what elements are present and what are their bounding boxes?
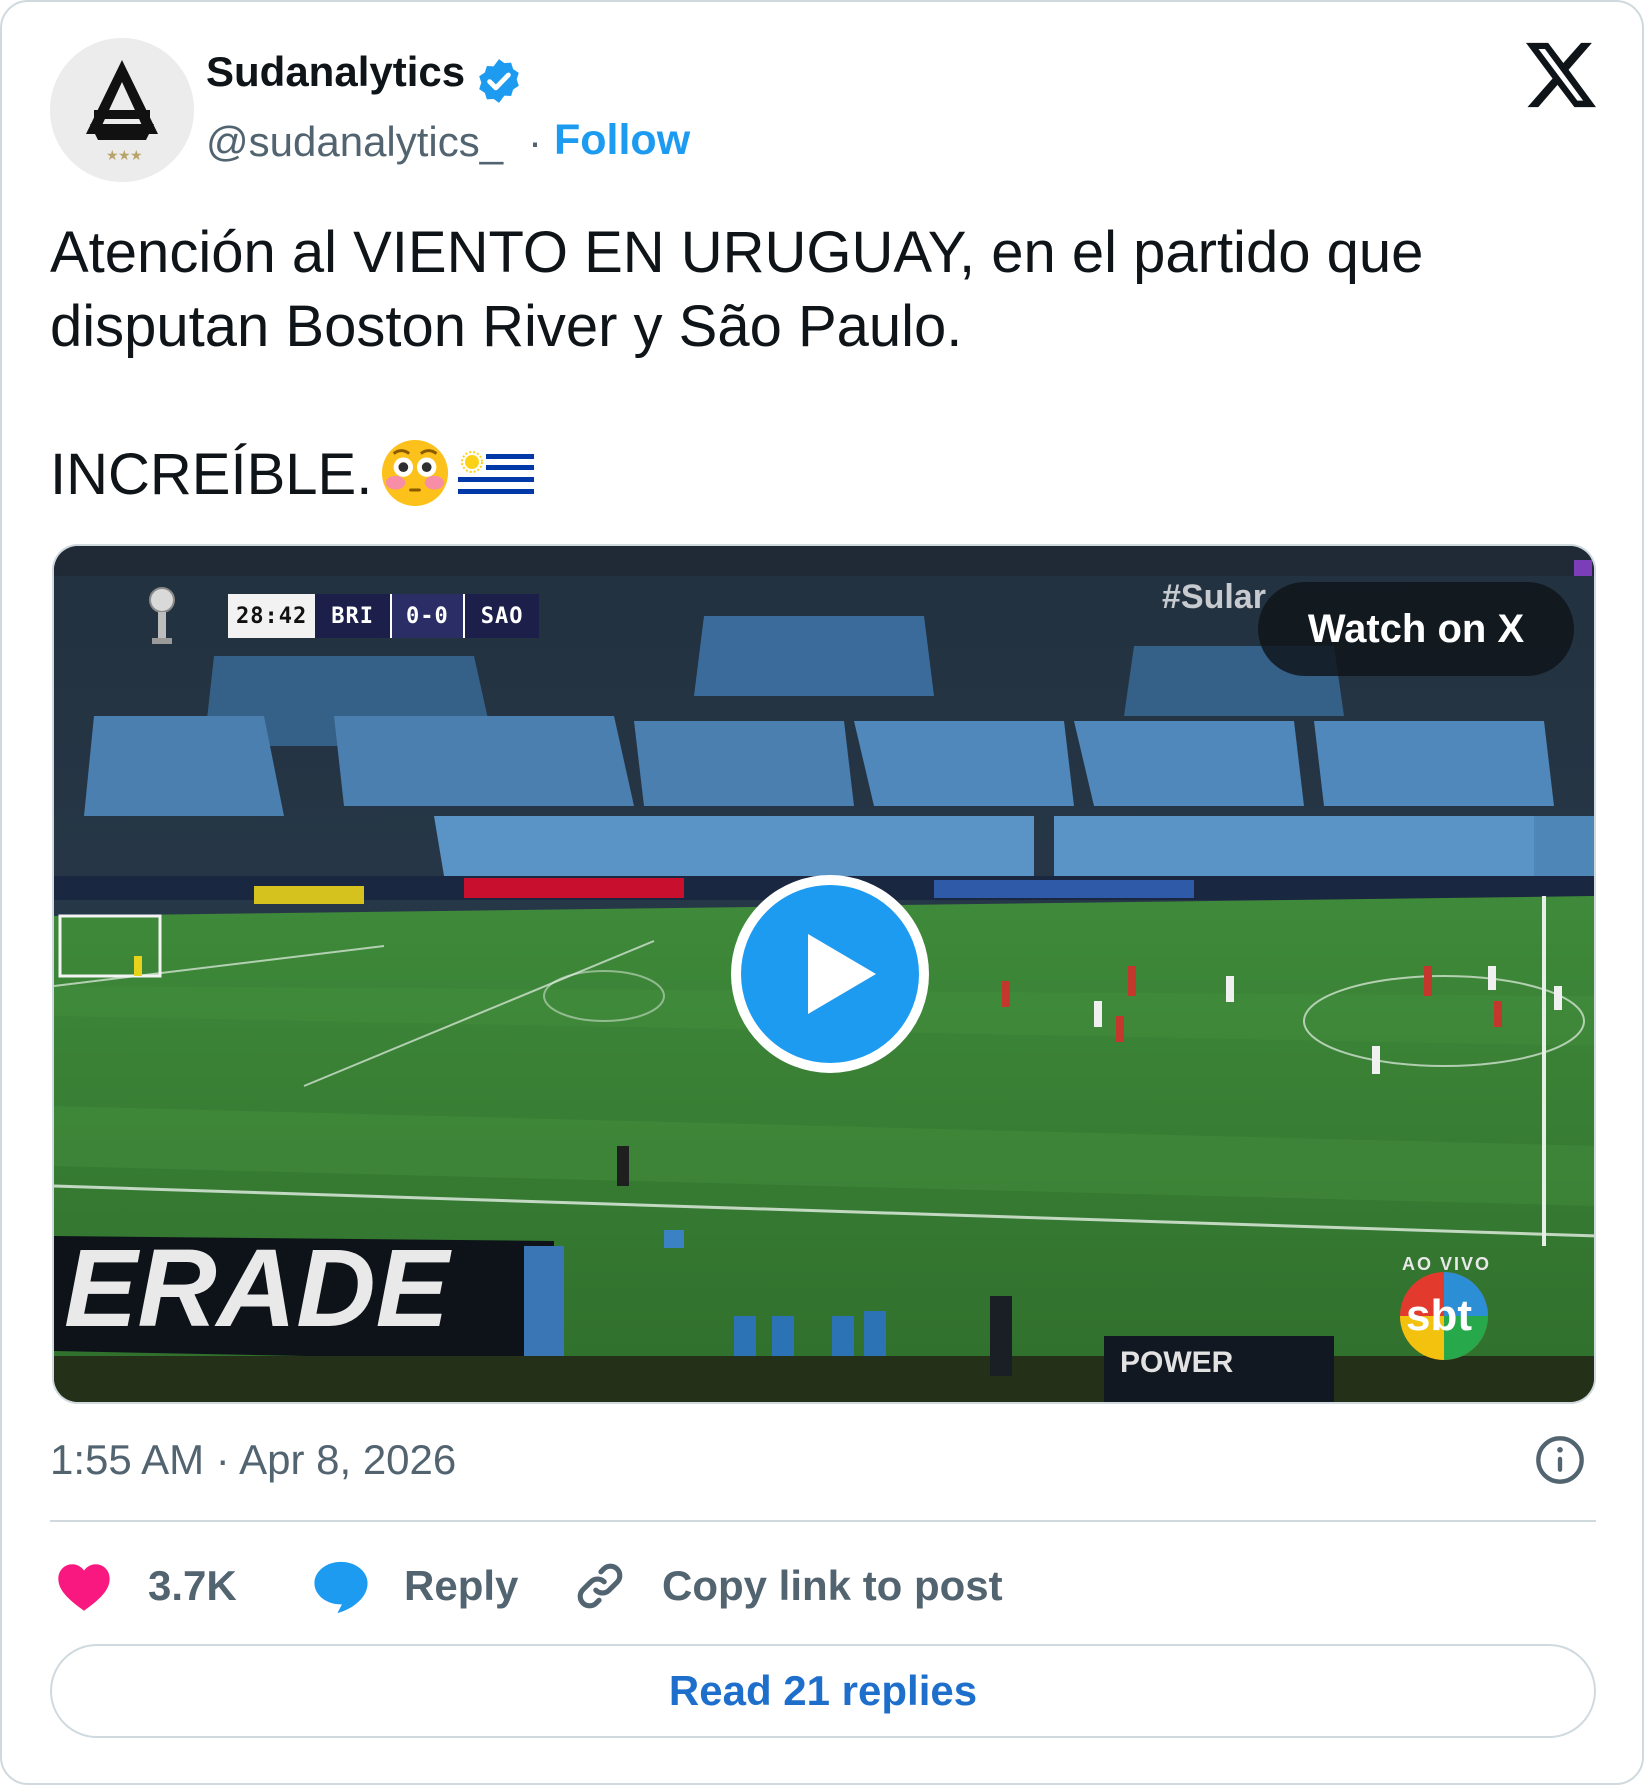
svg-text:★: ★ bbox=[106, 148, 119, 164]
watch-on-x-button[interactable]: Watch on X bbox=[1258, 582, 1574, 676]
reply-label: Reply bbox=[404, 1562, 519, 1609]
match-clock: 28:42 bbox=[228, 594, 316, 638]
match-score: 0-0 bbox=[389, 594, 465, 638]
scorebug: 28:42 BRI 0-0 SAO bbox=[186, 594, 540, 638]
sudanalytics-logo-icon: ★ ★ ★ bbox=[50, 38, 194, 182]
author-avatar[interactable]: ★ ★ ★ bbox=[50, 38, 194, 182]
author-name[interactable]: Sudanalytics bbox=[206, 48, 465, 96]
tweet-line-3: INCREÍBLE. bbox=[50, 442, 373, 507]
hashtag-overlay: #Sular bbox=[1162, 578, 1266, 616]
divider bbox=[50, 1520, 1596, 1522]
power-board-text: POWER bbox=[1120, 1346, 1234, 1379]
tweet-line-2: disputan Boston River y São Paulo. bbox=[50, 294, 963, 359]
video-player[interactable]: ERADE POWER sbt 28:42 BRI 0-0 SAO #Sular… bbox=[52, 544, 1596, 1404]
trophy-icon bbox=[149, 587, 175, 644]
info-icon[interactable] bbox=[1534, 1434, 1586, 1486]
heart-icon bbox=[58, 1564, 110, 1611]
link-icon bbox=[577, 1563, 623, 1609]
svg-text:★: ★ bbox=[130, 148, 143, 164]
adidas-board-text: ERADE bbox=[64, 1227, 453, 1350]
author-handle[interactable]: @sudanalytics_ bbox=[206, 118, 503, 166]
follow-button[interactable]: Follow bbox=[554, 116, 690, 165]
x-logo-icon[interactable] bbox=[1526, 42, 1596, 108]
uruguay-flag-icon bbox=[458, 448, 535, 500]
live-label: AO VIVO bbox=[1402, 1254, 1492, 1274]
copy-link-label: Copy link to post bbox=[662, 1562, 1003, 1609]
flushed-face-icon bbox=[382, 439, 449, 507]
read-replies-button[interactable]: Read 21 replies bbox=[50, 1644, 1596, 1738]
home-team: BRI bbox=[315, 594, 390, 638]
like-button[interactable]: 3.7K bbox=[56, 1556, 237, 1616]
sbt-logo-text: sbt bbox=[1406, 1291, 1472, 1340]
tweet-line-1: Atención al VIENTO EN URUGUAY, en el par… bbox=[50, 220, 1424, 285]
post-timestamp[interactable]: 1:55 AM · Apr 8, 2026 bbox=[50, 1436, 456, 1484]
handle-separator: · bbox=[528, 118, 542, 165]
reply-button[interactable]: Reply bbox=[312, 1556, 518, 1616]
play-icon[interactable] bbox=[730, 874, 930, 1074]
like-count: 3.7K bbox=[148, 1562, 237, 1609]
tweet-embed-card: ★ ★ ★ Sudanalytics @sudanalytics_ · Foll… bbox=[0, 0, 1644, 1785]
tweet-text: Atención al VIENTO EN URUGUAY, en el par… bbox=[50, 216, 1600, 512]
away-team: SAO bbox=[464, 594, 540, 638]
svg-text:★: ★ bbox=[118, 148, 131, 164]
verified-badge-icon bbox=[479, 59, 519, 103]
reply-bubble-icon bbox=[314, 1561, 368, 1614]
copy-link-button[interactable]: Copy link to post bbox=[572, 1556, 1003, 1616]
